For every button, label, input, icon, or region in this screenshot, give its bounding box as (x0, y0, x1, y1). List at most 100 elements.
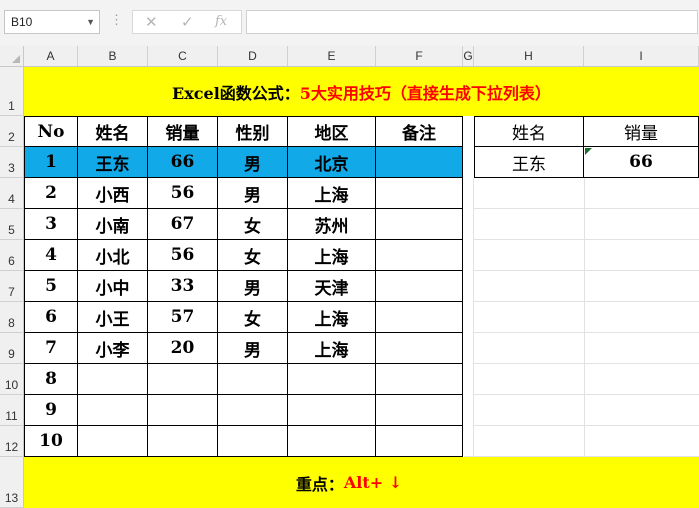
table-cell-name[interactable] (78, 426, 148, 457)
table-cell-gender[interactable]: 男 (218, 147, 288, 178)
table-cell-name[interactable]: 小西 (78, 178, 148, 209)
column-header-e[interactable]: E (288, 46, 376, 66)
row-header-3[interactable]: 3 (0, 147, 24, 178)
table-cell-gender[interactable]: 女 (218, 302, 288, 333)
column-header-g[interactable]: G (463, 46, 474, 66)
table-cell-no[interactable]: 7 (24, 333, 78, 364)
table-cell-region[interactable] (288, 364, 376, 395)
table-cell-note[interactable] (376, 364, 463, 395)
select-all-corner[interactable] (0, 46, 24, 66)
gridline (584, 178, 585, 457)
column-header-a[interactable]: A (24, 46, 78, 66)
table-header-sales[interactable]: 销量 (148, 116, 218, 147)
chevron-down-icon[interactable]: ▼ (86, 11, 95, 33)
row-header-12[interactable]: 12 (0, 426, 24, 457)
row-header-4[interactable]: 4 (0, 178, 24, 209)
column-header-c[interactable]: C (148, 46, 218, 66)
table-cell-no[interactable]: 3 (24, 209, 78, 240)
table-cell-note[interactable] (376, 271, 463, 302)
lookup-value-sales[interactable]: 66 (584, 147, 699, 178)
table-header-name[interactable]: 姓名 (78, 116, 148, 147)
table-cell-region[interactable]: 上海 (288, 178, 376, 209)
table-cell-sales[interactable]: 56 (148, 178, 218, 209)
column-header-f[interactable]: F (376, 46, 463, 66)
row-header-10[interactable]: 10 (0, 364, 24, 395)
table-cell-gender[interactable] (218, 395, 288, 426)
table-header-no[interactable]: No (24, 116, 78, 147)
table-cell-sales[interactable]: 56 (148, 240, 218, 271)
row-header-5[interactable]: 5 (0, 209, 24, 240)
table-cell-name[interactable]: 小李 (78, 333, 148, 364)
row-header-13[interactable]: 13 (0, 457, 24, 508)
table-cell-gender[interactable] (218, 426, 288, 457)
lookup-value-name[interactable]: 王东 (474, 147, 584, 178)
column-header-i[interactable]: I (584, 46, 699, 66)
table-cell-name[interactable]: 王东 (78, 147, 148, 178)
table-header-region[interactable]: 地区 (288, 116, 376, 147)
row-header-6[interactable]: 6 (0, 240, 24, 271)
table-cell-name[interactable]: 小北 (78, 240, 148, 271)
table-cell-sales[interactable] (148, 395, 218, 426)
enter-icon[interactable]: ✓ (181, 13, 194, 31)
table-cell-note[interactable] (376, 302, 463, 333)
table-cell-region[interactable]: 上海 (288, 302, 376, 333)
table-cell-name[interactable]: 小王 (78, 302, 148, 333)
table-cell-name[interactable]: 小中 (78, 271, 148, 302)
table-cell-gender[interactable]: 女 (218, 240, 288, 271)
table-cell-sales[interactable]: 33 (148, 271, 218, 302)
column-header-b[interactable]: B (78, 46, 148, 66)
table-cell-region[interactable]: 上海 (288, 240, 376, 271)
table-cell-gender[interactable]: 男 (218, 333, 288, 364)
column-header-h[interactable]: H (474, 46, 584, 66)
row-header-9[interactable]: 9 (0, 333, 24, 364)
table-cell-note[interactable] (376, 178, 463, 209)
name-box[interactable]: B10 ▼ (4, 10, 100, 34)
table-header-gender[interactable]: 性别 (218, 116, 288, 147)
table-cell-name[interactable] (78, 364, 148, 395)
table-cell-no[interactable]: 8 (24, 364, 78, 395)
table-cell-note[interactable] (376, 426, 463, 457)
table-cell-note[interactable] (376, 147, 463, 178)
row-header-1[interactable]: 1 (0, 67, 24, 116)
table-cell-gender[interactable]: 男 (218, 178, 288, 209)
table-cell-region[interactable] (288, 395, 376, 426)
table-cell-region[interactable]: 苏州 (288, 209, 376, 240)
table-cell-name[interactable]: 小南 (78, 209, 148, 240)
table-cell-region[interactable] (288, 426, 376, 457)
row-header-8[interactable]: 8 (0, 302, 24, 333)
function-icon[interactable]: fx (215, 14, 227, 29)
row-header-2[interactable]: 2 (0, 116, 24, 147)
table-header-note[interactable]: 备注 (376, 116, 463, 147)
table-cell-note[interactable] (376, 240, 463, 271)
lookup-header-name[interactable]: 姓名 (474, 116, 584, 147)
table-cell-no[interactable]: 6 (24, 302, 78, 333)
table-cell-sales[interactable]: 67 (148, 209, 218, 240)
lookup-header-sales[interactable]: 销量 (584, 116, 699, 147)
table-cell-sales[interactable] (148, 426, 218, 457)
row-header-7[interactable]: 7 (0, 271, 24, 302)
table-cell-no[interactable]: 4 (24, 240, 78, 271)
table-cell-region[interactable]: 上海 (288, 333, 376, 364)
table-cell-no[interactable]: 9 (24, 395, 78, 426)
table-cell-region[interactable]: 北京 (288, 147, 376, 178)
table-cell-sales[interactable]: 66 (148, 147, 218, 178)
table-cell-no[interactable]: 5 (24, 271, 78, 302)
table-cell-no[interactable]: 1 (24, 147, 78, 178)
table-cell-note[interactable] (376, 395, 463, 426)
table-cell-sales[interactable]: 57 (148, 302, 218, 333)
row-header-11[interactable]: 11 (0, 395, 24, 426)
cancel-icon[interactable]: ✕ (145, 13, 158, 31)
table-cell-name[interactable] (78, 395, 148, 426)
table-cell-note[interactable] (376, 209, 463, 240)
table-cell-gender[interactable] (218, 364, 288, 395)
column-header-d[interactable]: D (218, 46, 288, 66)
table-cell-sales[interactable]: 20 (148, 333, 218, 364)
table-cell-sales[interactable] (148, 364, 218, 395)
table-cell-no[interactable]: 10 (24, 426, 78, 457)
table-cell-note[interactable] (376, 333, 463, 364)
table-cell-region[interactable]: 天津 (288, 271, 376, 302)
table-cell-gender[interactable]: 女 (218, 209, 288, 240)
formula-input[interactable] (246, 10, 698, 34)
table-cell-no[interactable]: 2 (24, 178, 78, 209)
table-cell-gender[interactable]: 男 (218, 271, 288, 302)
